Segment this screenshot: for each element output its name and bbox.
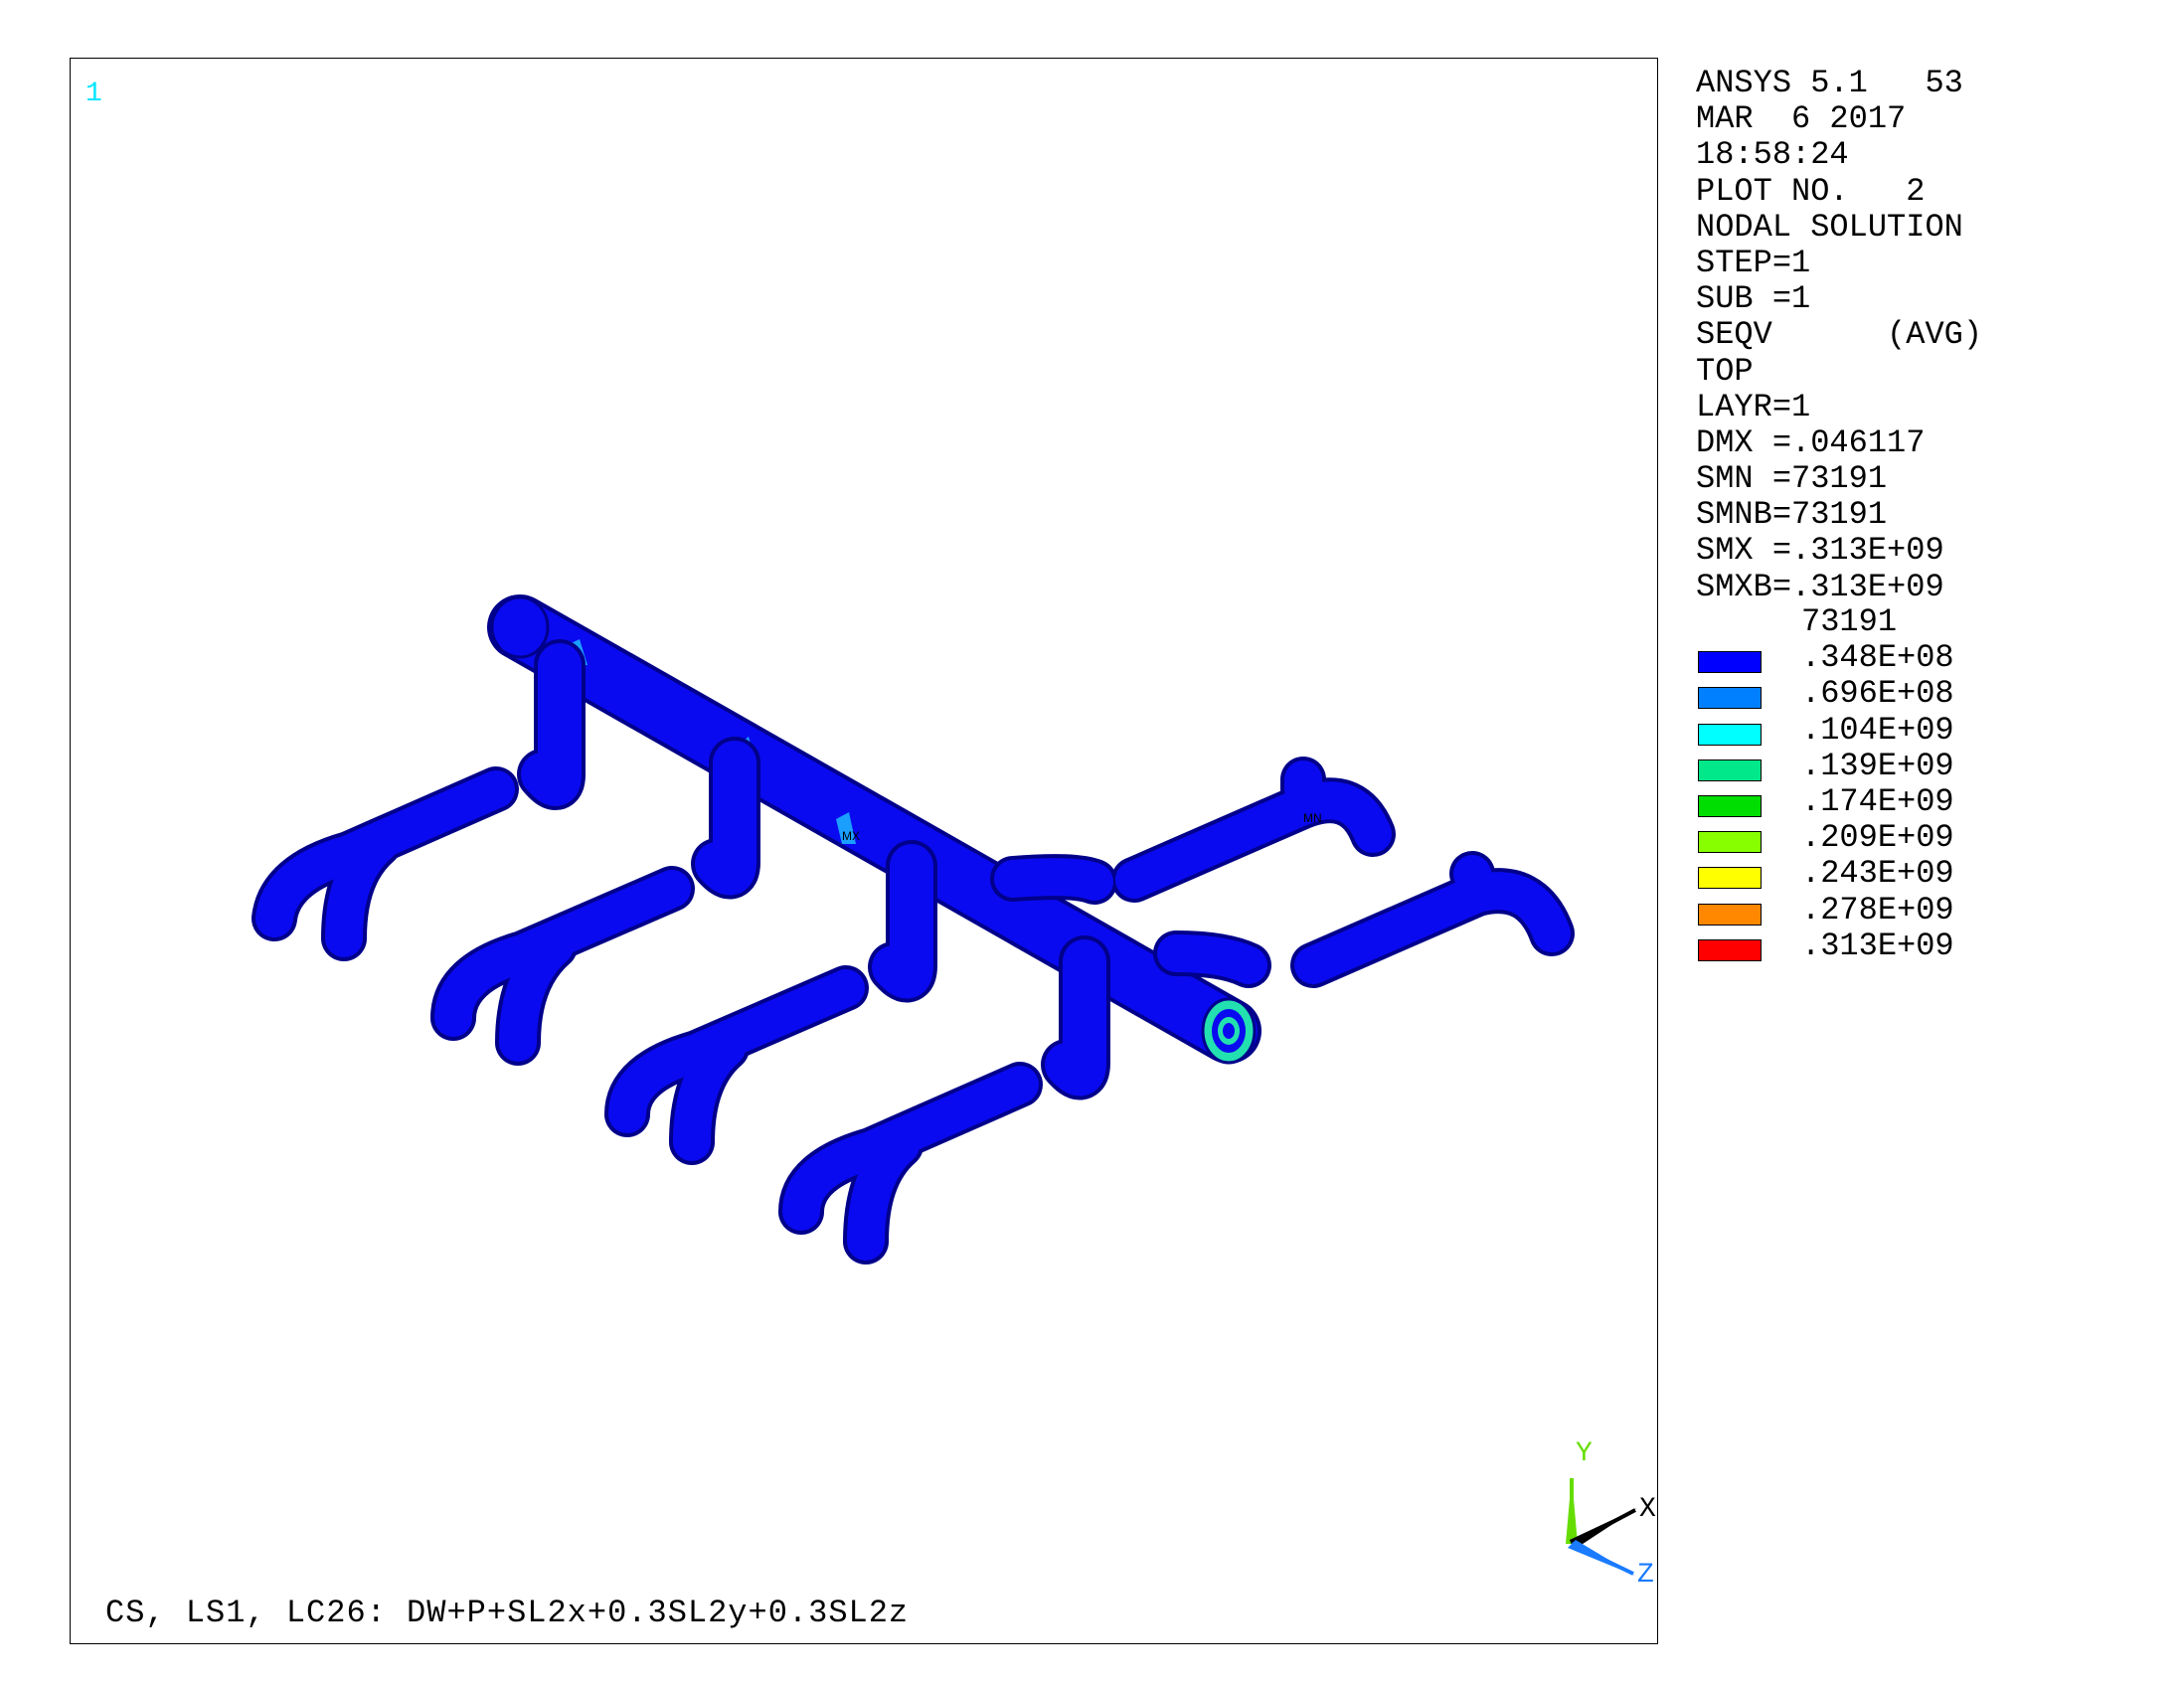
info-line: SUB =1 <box>1696 280 1811 318</box>
legend-color-swatch <box>1698 938 1762 961</box>
info-line: STEP=1 <box>1696 244 1811 281</box>
max-stress-label: MX <box>842 829 860 843</box>
legend-color-swatch <box>1698 903 1762 926</box>
info-line: LAYR=1 <box>1696 388 1811 425</box>
legend-value-label: .278E+09 <box>1801 891 1954 928</box>
legend-value-label: .209E+09 <box>1801 819 1954 857</box>
legend-value-label: .139E+09 <box>1801 747 1954 784</box>
triad-z-label: Z <box>1637 1560 1654 1591</box>
legend-color-swatch <box>1698 723 1762 746</box>
info-line: SMX =.313E+09 <box>1696 532 1944 570</box>
info-line: SEQV (AVG) <box>1696 316 1983 354</box>
info-line: PLOT NO. 2 <box>1696 172 1926 210</box>
header-end-cap <box>490 595 550 659</box>
legend-color-swatch <box>1698 831 1762 854</box>
legend-value-label: .696E+08 <box>1801 675 1954 713</box>
legend-color-swatch <box>1698 867 1762 890</box>
graphics-viewport[interactable]: 1 MX MN Y X Z CS, LS1, LC26: DW+P+SL2x+0… <box>70 58 1658 1644</box>
info-line: TOP <box>1696 352 1754 390</box>
legend-value-label: .313E+09 <box>1801 927 1954 964</box>
info-line: 18:58:24 <box>1696 136 1849 174</box>
legend-value-label: .174E+09 <box>1801 782 1954 820</box>
coordinate-triad: Y X Z <box>1542 1438 1671 1591</box>
load-case-caption: CS, LS1, LC26: DW+P+SL2x+0.3SL2y+0.3SL2z <box>105 1595 910 1631</box>
legend-color-swatch <box>1698 687 1762 710</box>
plot-info-panel: ANSYS 5.1 53 MAR 6 2017 18:58:24 PLOT NO. 2… <box>1696 65 1983 605</box>
info-line: ANSYS 5.1 53 <box>1696 65 1963 101</box>
triad-x-label: X <box>1639 1494 1656 1525</box>
info-line: NODAL SOLUTION <box>1696 208 1963 246</box>
info-line: MAR 6 2017 <box>1696 100 1907 138</box>
legend-color-swatch <box>1698 651 1762 674</box>
info-line: DMX =.046117 <box>1696 423 1926 461</box>
pipe-model[interactable]: MX MN <box>71 59 1657 1643</box>
legend-min-label: 73191 <box>1801 603 1898 640</box>
min-stress-label: MN <box>1303 811 1322 825</box>
legend-value-label: .348E+08 <box>1801 639 1954 677</box>
legend-color-swatch <box>1698 759 1762 781</box>
info-line: SMNB=73191 <box>1696 496 1888 534</box>
info-line: SMN =73191 <box>1696 460 1888 498</box>
legend-color-swatch <box>1698 794 1762 817</box>
legend-value-label: .104E+09 <box>1801 711 1954 749</box>
legend-value-label: .243E+09 <box>1801 855 1954 893</box>
info-line: SMXB=.313E+09 <box>1696 568 1944 605</box>
triad-y-label: Y <box>1576 1438 1593 1469</box>
